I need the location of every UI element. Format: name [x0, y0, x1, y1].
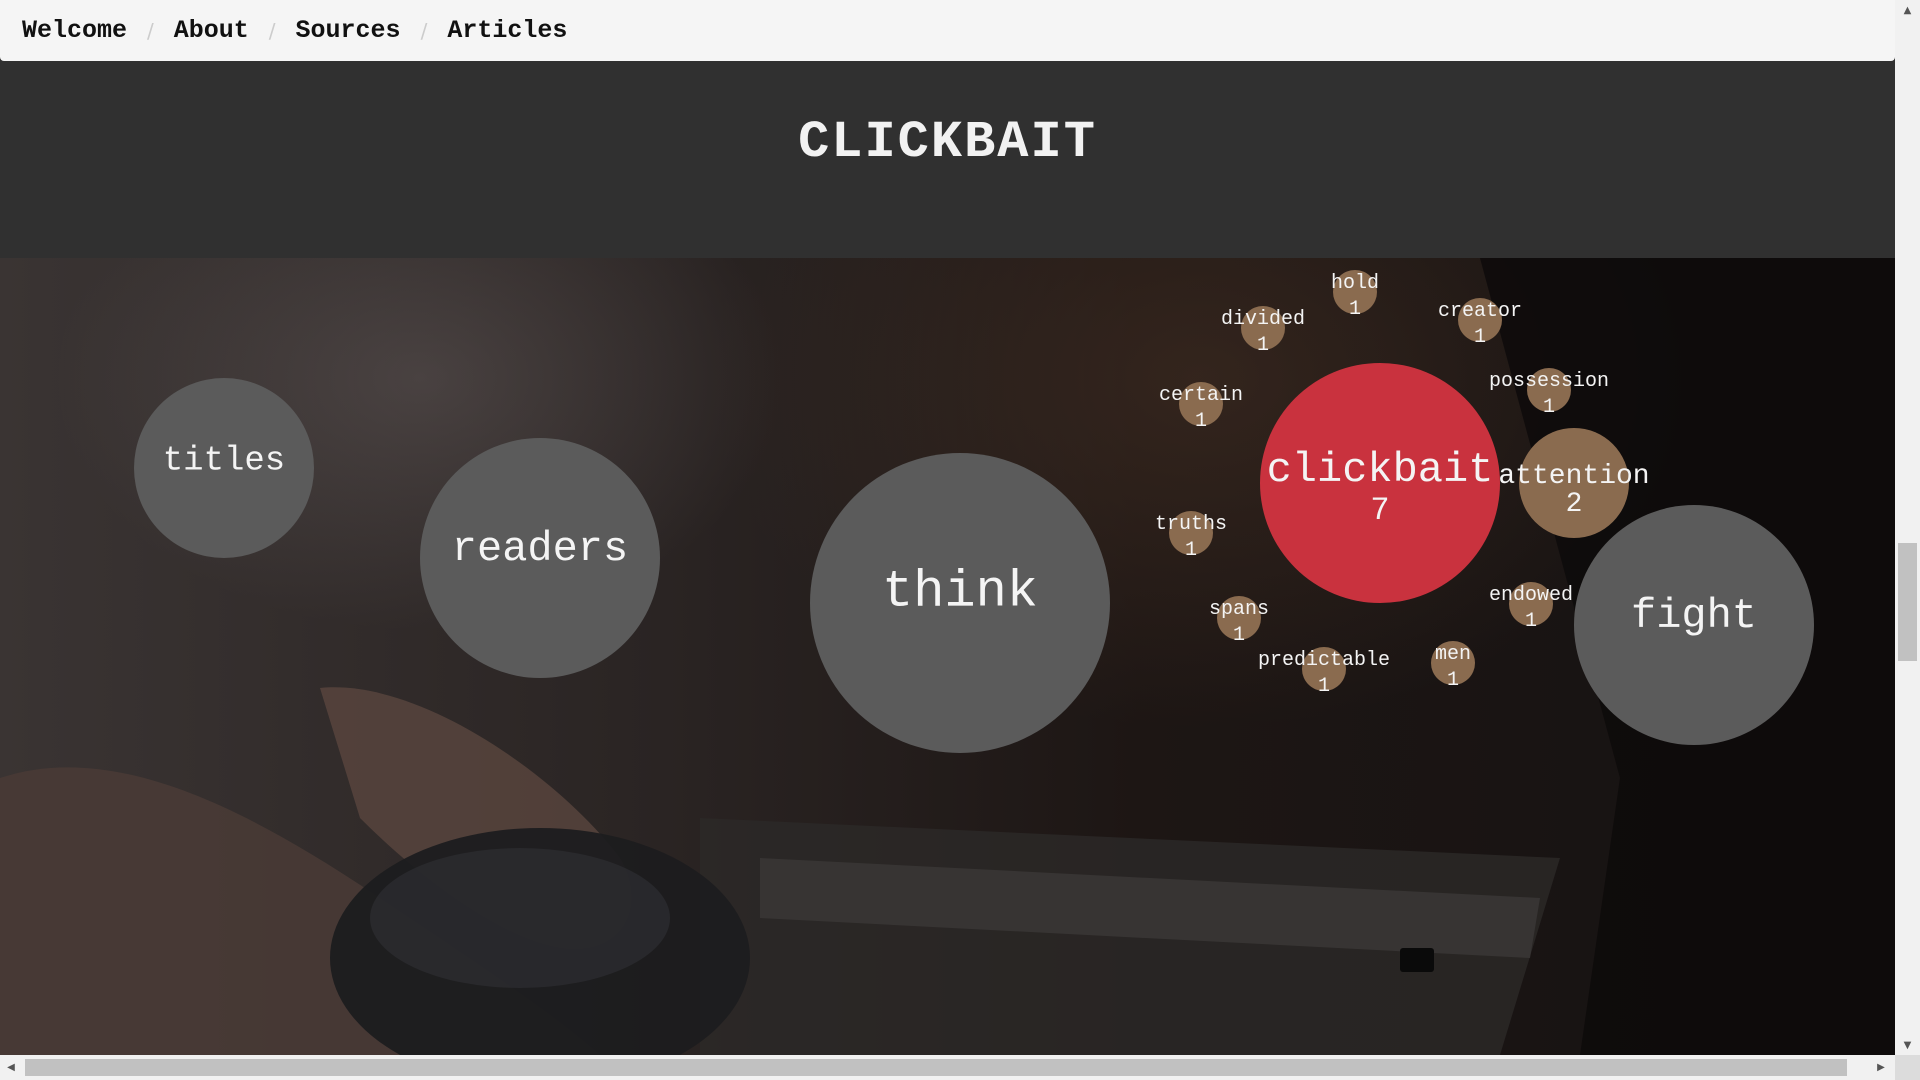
related-bubble-label: endowed: [1489, 584, 1573, 607]
breadcrumb-sources-link[interactable]: Sources: [296, 16, 401, 45]
word-bubble-chart: titlesreadersthink fighthold1 creator1divi…: [134, 270, 1814, 753]
breadcrumb: Welcome / About / Sources / Articles: [0, 0, 1895, 61]
related-bubble-predictable[interactable]: predictable 1: [1258, 647, 1390, 698]
keyword-bubble-titles[interactable]: titles: [134, 378, 314, 558]
related-bubble-creator[interactable]: creator 1: [1438, 298, 1522, 349]
related-bubble-count: 1: [1349, 298, 1361, 321]
keyword-bubble-readers[interactable]: readers: [420, 438, 660, 678]
related-bubble-truths[interactable]: truths 1: [1155, 511, 1227, 562]
scroll-left-arrow-icon[interactable]: ◀: [0, 1055, 22, 1080]
related-bubble-spans[interactable]: spans 1: [1209, 596, 1269, 647]
breadcrumb-articles-link[interactable]: Articles: [447, 16, 567, 45]
related-bubble-label: predictable: [1258, 649, 1390, 672]
scrollbar-corner: [1895, 1055, 1920, 1080]
related-bubble-count: 1: [1195, 410, 1207, 433]
focus-bubble-label: clickbait: [1267, 446, 1494, 494]
scroll-right-arrow-icon[interactable]: ▶: [1870, 1055, 1892, 1080]
related-bubble-label: divided: [1221, 308, 1305, 331]
related-bubble-label: certain: [1159, 384, 1243, 407]
breadcrumb-separator: /: [268, 18, 276, 43]
page-title: CLICKBAIT: [798, 112, 1097, 172]
keyword-bubble-label: titles: [163, 443, 285, 481]
related-bubble-endowed[interactable]: endowed 1: [1489, 582, 1573, 633]
related-bubble-label: men: [1435, 643, 1471, 666]
related-bubble-label: spans: [1209, 598, 1269, 621]
related-bubble-count: 2: [1566, 489, 1583, 520]
related-bubble-count: 1: [1257, 334, 1269, 357]
bubble-hero-section: titles readers think fight hold 1 creator 1 divi…: [0, 258, 1895, 1055]
related-bubble-hold[interactable]: hold 1: [1331, 270, 1379, 321]
related-bubble-count: 1: [1474, 326, 1486, 349]
related-bubble-attention[interactable]: attention2: [1498, 428, 1650, 538]
related-bubble-count: 1: [1543, 396, 1555, 419]
focus-bubble-count: 7: [1370, 492, 1389, 529]
related-bubble-count: 1: [1233, 624, 1245, 647]
related-bubble-label: possession: [1489, 370, 1609, 393]
related-bubble-count: 1: [1447, 669, 1459, 692]
breadcrumb-separator: /: [420, 18, 428, 43]
keyword-bubble-fight[interactable]: fight: [1574, 505, 1814, 745]
related-bubble-divided[interactable]: divided 1: [1221, 306, 1305, 357]
related-bubble-possession[interactable]: possession 1: [1489, 368, 1609, 419]
keyword-bubble-think[interactable]: think: [810, 453, 1110, 753]
scroll-down-arrow-icon[interactable]: ▼: [1895, 1035, 1920, 1055]
related-bubble-label: attention: [1498, 461, 1649, 492]
scroll-up-arrow-icon[interactable]: ▲: [1895, 0, 1920, 20]
horizontal-scrollbar[interactable]: ◀ ▶: [0, 1055, 1920, 1080]
breadcrumb-separator: /: [147, 18, 154, 43]
breadcrumb-welcome-link[interactable]: Welcome: [22, 16, 127, 45]
breadcrumb-about-link[interactable]: About: [174, 16, 249, 45]
page-header: CLICKBAIT: [0, 61, 1895, 258]
horizontal-scroll-thumb[interactable]: [25, 1059, 1847, 1076]
vertical-scroll-thumb[interactable]: [1898, 543, 1917, 661]
focus-bubble-clickbait[interactable]: clickbait7: [1260, 363, 1500, 603]
keyword-bubble-label: readers: [452, 525, 628, 573]
related-bubble-men[interactable]: men 1: [1431, 641, 1475, 692]
related-bubble-count: 1: [1185, 539, 1197, 562]
related-bubble-label: creator: [1438, 300, 1522, 323]
keyword-bubble-label: think: [882, 563, 1038, 622]
related-bubble-label: hold: [1331, 272, 1379, 295]
keyword-bubble-label: fight: [1631, 592, 1757, 640]
related-bubble-label: truths: [1155, 513, 1227, 536]
vertical-scrollbar[interactable]: ▲ ▼: [1895, 0, 1920, 1055]
related-bubble-count: 1: [1525, 610, 1537, 633]
related-bubble-certain[interactable]: certain 1: [1159, 382, 1243, 433]
related-bubble-count: 1: [1318, 675, 1330, 698]
